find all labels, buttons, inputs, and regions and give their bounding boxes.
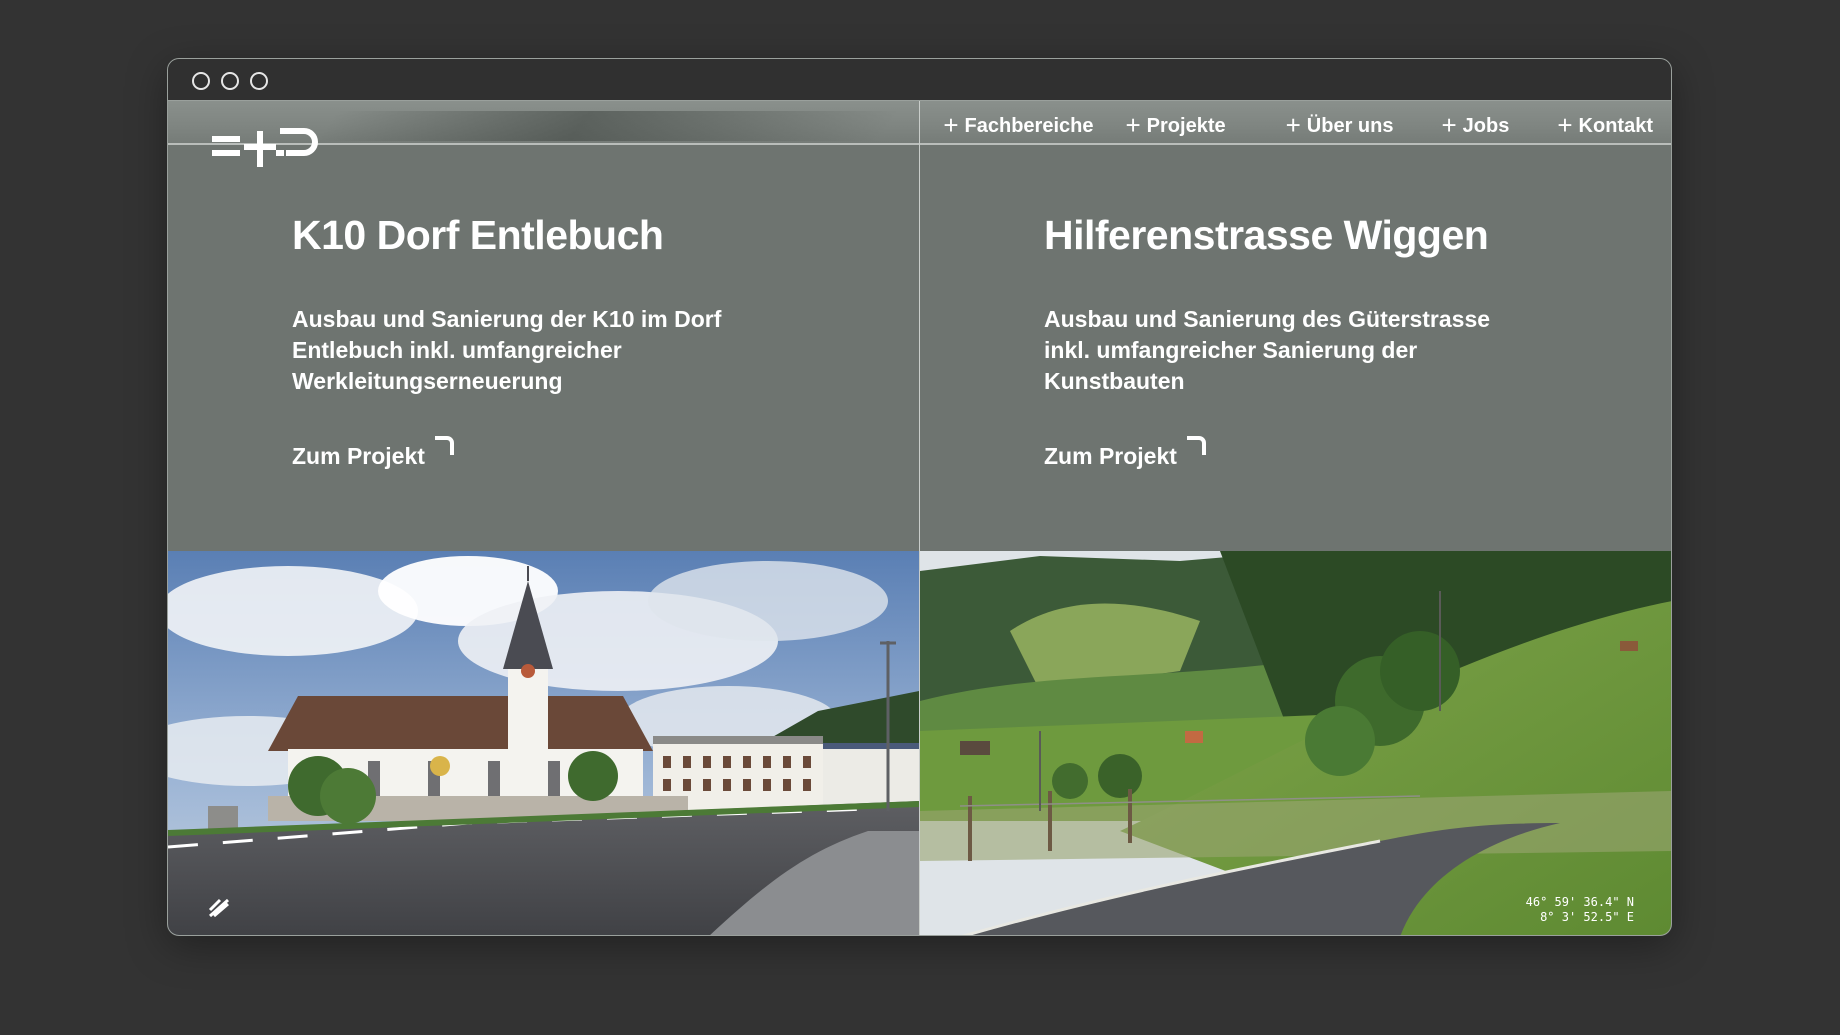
coordinates-readout: 46° 59' 36.4" N 8° 3' 52.5" E — [1526, 895, 1634, 925]
main-nav: + Fachbereiche + Projekte + Über uns + J… — [943, 111, 1653, 141]
project-text: Hilferenstrasse Wiggen Ausbau und Sanier… — [1044, 212, 1514, 470]
project-link[interactable]: Zum Projekt — [1044, 436, 1207, 470]
plus-icon: + — [1441, 110, 1457, 140]
project-title: Hilferenstrasse Wiggen — [1044, 212, 1489, 258]
nav-item-label: Jobs — [1462, 114, 1510, 137]
nav-item-fachbereiche[interactable]: + Fachbereiche — [943, 111, 1093, 141]
project-title: K10 Dorf Entlebuch — [292, 212, 664, 258]
plus-icon: + — [943, 110, 959, 140]
nav-item-label: Über uns — [1306, 114, 1394, 137]
corner-arrow-icon — [1186, 436, 1206, 456]
project-text: K10 Dorf Entlebuch Ausbau und Sanierung … — [292, 212, 762, 470]
project-card-k10: K10 Dorf Entlebuch Ausbau und Sanierung … — [168, 101, 919, 935]
project-link-label: Zum Projekt — [1044, 443, 1177, 470]
window-titlebar — [168, 59, 1671, 101]
project-description: Ausbau und Sanierung der K10 im Dorf Ent… — [292, 306, 722, 395]
page-content: + Fachbereiche + Projekte + Über uns + J… — [168, 101, 1671, 935]
nav-item-label: Projekte — [1146, 114, 1226, 137]
nav-item-ueber-uns[interactable]: + Über uns — [1286, 111, 1394, 141]
nav-item-jobs[interactable]: + Jobs — [1441, 111, 1509, 141]
window-minimize-icon[interactable] — [221, 72, 239, 90]
project-link[interactable]: Zum Projekt — [292, 436, 455, 470]
project-card-hilferenstrasse: Hilferenstrasse Wiggen Ausbau und Sanier… — [920, 101, 1671, 935]
nav-item-projekte[interactable]: + Projekte — [1125, 111, 1225, 141]
project-link-label: Zum Projekt — [292, 443, 425, 470]
plus-icon: + — [1557, 110, 1573, 140]
nav-item-label: Fachbereiche — [964, 114, 1094, 137]
window-close-icon[interactable] — [192, 72, 210, 90]
church-street-photo — [168, 551, 919, 935]
plus-icon: + — [1285, 110, 1301, 140]
browser-window: + Fachbereiche + Projekte + Über uns + J… — [167, 58, 1672, 936]
latitude: 46° 59' 36.4" N — [1525, 895, 1634, 909]
window-maximize-icon[interactable] — [250, 72, 268, 90]
column-divider — [919, 101, 920, 935]
nav-item-label: Kontakt — [1578, 114, 1653, 137]
logo-icon[interactable] — [210, 125, 320, 178]
brand-mark-icon — [206, 896, 232, 925]
longitude: 8° 3' 52.5" E — [1540, 910, 1634, 924]
project-description: Ausbau und Sanierung des Güterstrasse in… — [1044, 306, 1491, 395]
nav-item-kontakt[interactable]: + Kontakt — [1557, 111, 1653, 141]
hillside-road-photo: 46° 59' 36.4" N 8° 3' 52.5" E — [920, 551, 1671, 935]
corner-arrow-icon — [434, 436, 454, 456]
plus-icon: + — [1125, 110, 1141, 140]
